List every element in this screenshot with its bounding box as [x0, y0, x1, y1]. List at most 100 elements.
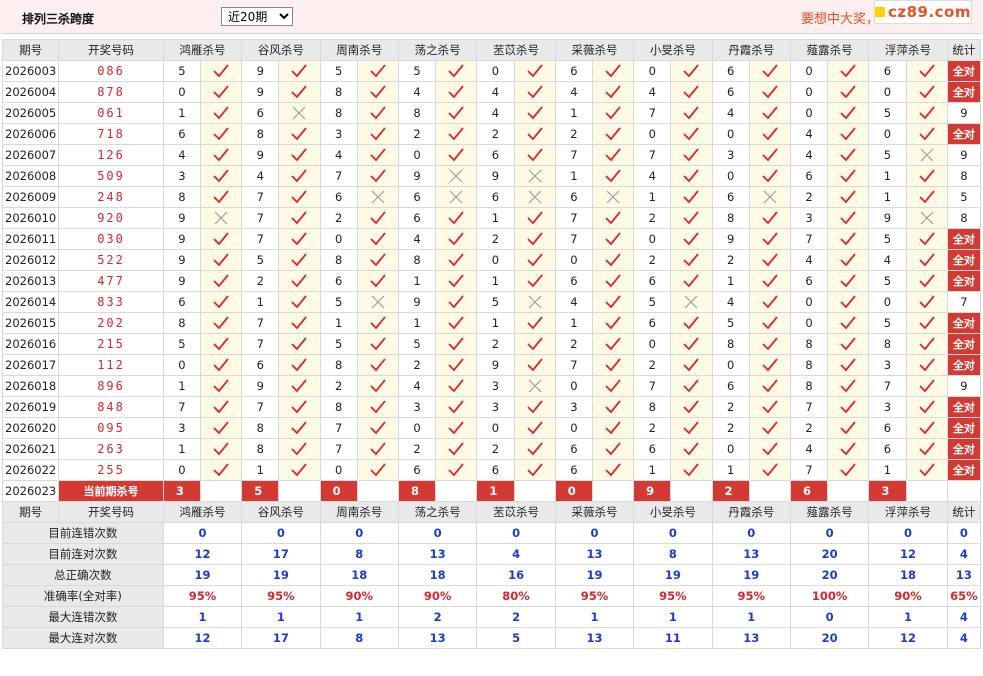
row-kill-number: 0: [711, 165, 750, 187]
row-hit-mark: [827, 417, 870, 439]
check-icon: [527, 148, 543, 162]
col-header-expert[interactable]: 谷风杀号: [241, 501, 321, 523]
row-kill-number: 8: [162, 312, 202, 334]
row-hit-mark: [591, 459, 635, 481]
row-kill-number: 4: [789, 438, 829, 460]
table-row: 2026005 061 1 6 8 8 4 1 7 4 0 5 9: [1, 102, 982, 124]
row-hit-mark: [356, 102, 399, 124]
row-draw-number: 202: [58, 312, 164, 334]
row-kill-number: 5: [868, 228, 907, 250]
check-icon: [291, 253, 308, 267]
table-row: 2026009 248 8 7 6 6 6 6 1 6 2 1 5: [1, 186, 982, 208]
check-icon: [918, 127, 935, 141]
col-header-expert[interactable]: 小旻杀号: [633, 39, 713, 61]
col-header-expert[interactable]: 小旻杀号: [633, 501, 713, 523]
row-hit-mark: [435, 102, 478, 124]
row-kill-number: 0: [711, 123, 750, 145]
col-header-expert[interactable]: 丹霞杀号: [711, 501, 791, 523]
summary-stat: 0: [946, 522, 982, 544]
check-icon: [370, 64, 386, 78]
summary-stat: 65%: [946, 585, 982, 607]
check-icon: [370, 400, 386, 414]
table-row: 2026004 878 0 9 8 4 4 4 4 6 0 0 全对: [1, 81, 982, 103]
col-header-expert[interactable]: 荡之杀号: [397, 39, 478, 61]
check-icon: [918, 106, 935, 120]
row-hit-mark: [827, 144, 870, 166]
row-kill-number: 0: [633, 123, 672, 145]
col-header-expert[interactable]: 苤苡杀号: [476, 39, 556, 61]
row-stat: 全对: [946, 438, 982, 460]
ad-slogan[interactable]: 要想中大奖，: [801, 8, 879, 27]
row-hit-mark: [278, 312, 321, 334]
check-icon: [213, 127, 229, 141]
col-header-expert[interactable]: 采薇杀号: [554, 39, 635, 61]
row-hit-mark: [591, 417, 635, 439]
row-kill-number: 8: [241, 417, 280, 439]
col-header-expert[interactable]: 丹霞杀号: [711, 39, 791, 61]
row-kill-number: 8: [319, 396, 358, 418]
row-hit-mark: [670, 312, 713, 334]
col-header-expert[interactable]: 荡之杀号: [397, 501, 478, 523]
check-icon: [918, 379, 935, 393]
check-icon: [840, 442, 856, 456]
col-header-expert[interactable]: 鸿雁杀号: [162, 39, 243, 61]
row-kill-number: 4: [789, 249, 829, 271]
col-header-expert[interactable]: 浮萍杀号: [868, 39, 948, 61]
check-icon: [291, 64, 308, 78]
row-kill-number: 7: [633, 375, 672, 397]
row-kill-number: 3: [162, 165, 202, 187]
row-kill-number: 5: [868, 102, 907, 124]
check-icon: [918, 400, 935, 414]
cross-icon: [449, 190, 463, 204]
col-header-expert[interactable]: 薤露杀号: [789, 39, 870, 61]
row-hit-mark: [513, 165, 556, 187]
check-icon: [605, 421, 621, 435]
row-kill-number: 0: [633, 333, 672, 355]
col-header-expert[interactable]: 周南杀号: [319, 39, 399, 61]
col-header-stat: 统计: [946, 39, 982, 61]
row-kill-number: 0: [162, 354, 202, 376]
check-icon: [448, 421, 464, 435]
row-kill-number: 2: [319, 375, 358, 397]
col-header-expert[interactable]: 苤苡杀号: [476, 501, 556, 523]
site-logo[interactable]: cz89.com: [874, 0, 972, 24]
check-icon: [605, 232, 621, 246]
row-kill-number: 5: [319, 291, 358, 313]
row-hit-mark: [278, 333, 321, 355]
row-kill-number: 6: [554, 459, 593, 481]
row-kill-number: 8: [319, 249, 358, 271]
row-kill-number: 0: [397, 144, 437, 166]
col-header-expert[interactable]: 谷风杀号: [241, 39, 321, 61]
col-header-expert[interactable]: 浮萍杀号: [868, 501, 948, 523]
col-header-expert[interactable]: 周南杀号: [319, 501, 399, 523]
check-icon: [840, 274, 856, 288]
row-period: 2026017: [1, 354, 60, 376]
row-stat: 9: [946, 102, 982, 124]
period-select[interactable]: 近20期: [221, 7, 293, 26]
col-header-expert[interactable]: 薤露杀号: [789, 501, 870, 523]
row-hit-mark: [748, 333, 791, 355]
row-hit-mark: [827, 249, 870, 271]
row-kill-number: 2: [476, 333, 515, 355]
row-period: 2026012: [1, 249, 60, 271]
row-hit-mark: [905, 144, 948, 166]
row-kill-number: 6: [633, 270, 672, 292]
summary-stat: 4: [946, 606, 982, 628]
row-stat: 全对: [946, 354, 982, 376]
row-kill-number: 7: [319, 165, 358, 187]
current-kill-spacer: [513, 480, 556, 502]
check-icon: [683, 358, 700, 372]
row-kill-number: 1: [554, 102, 593, 124]
col-header-expert[interactable]: 鸿雁杀号: [162, 501, 243, 523]
check-icon: [840, 295, 856, 309]
check-icon: [840, 211, 856, 225]
col-header-expert[interactable]: 采薇杀号: [554, 501, 635, 523]
row-draw-number: 126: [58, 144, 164, 166]
row-period: 2026004: [1, 81, 60, 103]
row-draw-number: 920: [58, 207, 164, 229]
check-icon: [683, 253, 700, 267]
row-kill-number: 4: [554, 291, 593, 313]
row-kill-number: 7: [633, 144, 672, 166]
summary-value: 18: [319, 564, 399, 586]
check-icon: [370, 421, 386, 435]
